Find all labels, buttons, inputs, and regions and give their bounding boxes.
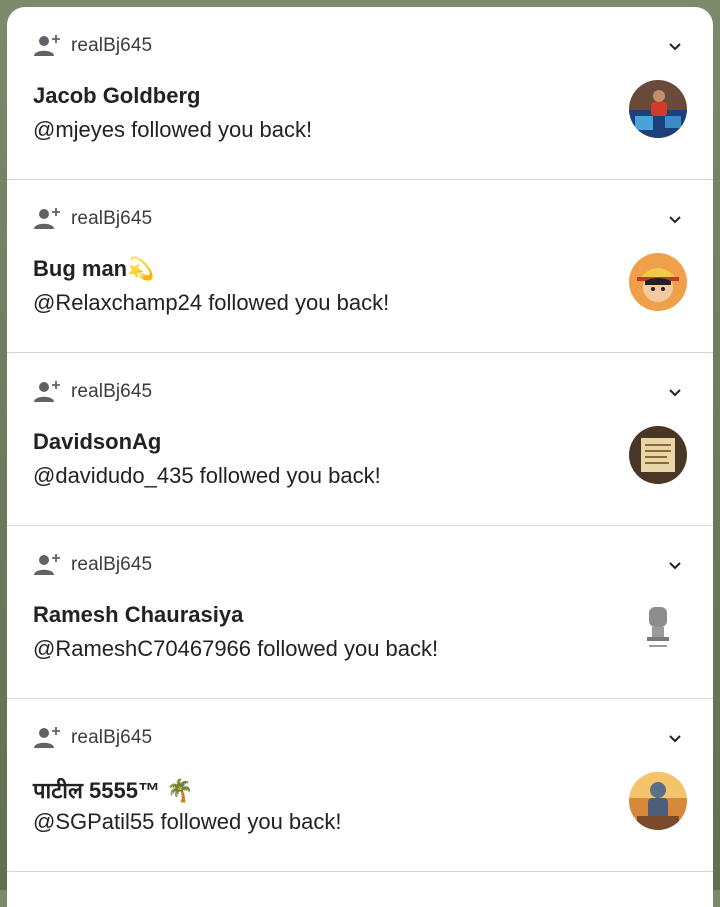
person-add-icon bbox=[34, 727, 60, 748]
follower-name: Bug man💫 bbox=[33, 256, 155, 281]
follow-message: @davidudo_435 followed you back! bbox=[33, 463, 381, 488]
follower-name: Jacob Goldberg bbox=[33, 83, 201, 108]
deity-art-avatar[interactable] bbox=[629, 772, 687, 830]
follow-message: @Relaxchamp24 followed you back! bbox=[33, 290, 390, 315]
follower-name: DavidsonAg bbox=[33, 429, 162, 454]
card-header: realBj645 bbox=[33, 31, 152, 61]
notification-sheet: realBj645 Jacob Goldberg @mjeyes followe… bbox=[7, 7, 713, 907]
chevron-down-icon[interactable] bbox=[667, 212, 683, 228]
person-photo-avatar[interactable] bbox=[629, 80, 687, 138]
card-header: realBj645 bbox=[33, 723, 152, 753]
account-name: realBj645 bbox=[71, 554, 153, 575]
chevron-down-icon[interactable] bbox=[667, 39, 683, 55]
notification-card[interactable]: realBj645 Jacob Goldberg @mjeyes followe… bbox=[7, 7, 713, 180]
notification-card[interactable]: realBj645 पाटील 5555™ 🌴 @SGPatil55 follo… bbox=[7, 699, 713, 872]
card-header: realBj645 bbox=[33, 377, 152, 407]
follow-message: @SGPatil55 followed you back! bbox=[33, 809, 342, 834]
notification-card[interactable]: realBj645 DavidsonAg @davidudo_435 follo… bbox=[7, 353, 713, 526]
follower-name: Ramesh Chaurasiya bbox=[33, 602, 244, 627]
anime-character-avatar[interactable] bbox=[629, 253, 687, 311]
notification-card[interactable]: realBj645 Ramesh Chaurasiya @RameshC7046… bbox=[7, 526, 713, 699]
card-header: realBj645 bbox=[33, 204, 152, 234]
card-header: realBj645 bbox=[33, 550, 152, 580]
person-add-icon bbox=[34, 554, 60, 575]
person-add-icon bbox=[34, 208, 60, 229]
chevron-down-icon[interactable] bbox=[667, 558, 683, 574]
account-name: realBj645 bbox=[71, 727, 153, 748]
follower-name: पाटील 5555™ 🌴 bbox=[33, 778, 194, 803]
notification-card[interactable]: realBj645 Bug man💫 @Relaxchamp24 followe… bbox=[7, 180, 713, 353]
account-name: realBj645 bbox=[71, 208, 153, 229]
national-emblem-avatar[interactable] bbox=[629, 599, 687, 657]
person-add-icon bbox=[34, 381, 60, 402]
account-name: realBj645 bbox=[71, 381, 153, 402]
chevron-down-icon[interactable] bbox=[667, 731, 683, 747]
scroll-document-avatar[interactable] bbox=[629, 426, 687, 484]
account-name: realBj645 bbox=[71, 35, 153, 56]
follow-message: @RameshC70467966 followed you back! bbox=[33, 636, 439, 661]
chevron-down-icon[interactable] bbox=[667, 385, 683, 401]
follow-message: @mjeyes followed you back! bbox=[33, 117, 313, 142]
person-add-icon bbox=[34, 35, 60, 56]
